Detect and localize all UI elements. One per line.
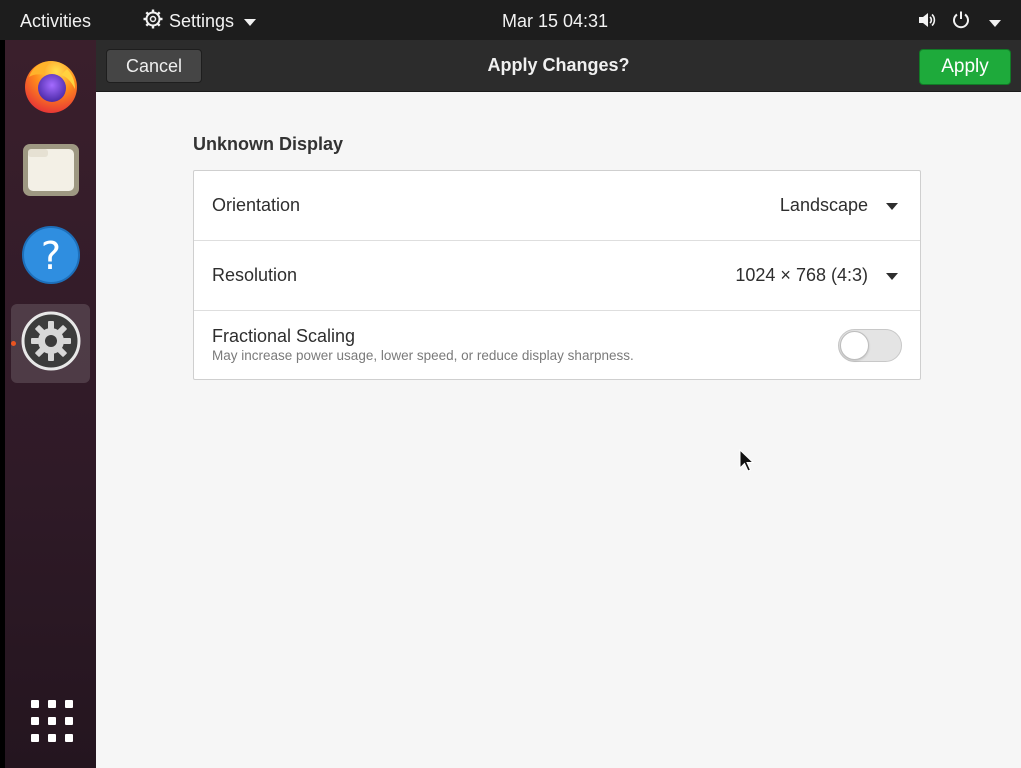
firefox-icon bbox=[21, 55, 81, 120]
apply-button[interactable]: Apply bbox=[919, 49, 1011, 85]
activities-button[interactable]: Activities bbox=[20, 11, 91, 32]
dialog-title: Apply Changes? bbox=[487, 55, 630, 75]
dock: ? bbox=[5, 40, 96, 768]
header-bar: Cancel Apply Changes? Apply bbox=[96, 40, 1021, 92]
app-menu-label: Settings bbox=[169, 11, 235, 31]
resolution-value[interactable]: 1024 × 768 (4:3) bbox=[735, 265, 868, 286]
clock[interactable]: Mar 15 04:31 bbox=[502, 11, 608, 32]
fractional-scaling-label: Fractional Scaling bbox=[212, 326, 356, 346]
toggle-knob bbox=[840, 331, 869, 360]
chevron-down-icon bbox=[989, 20, 1001, 27]
display-name: Unknown Display bbox=[193, 134, 344, 154]
files-icon bbox=[22, 141, 80, 204]
app-menu[interactable]: Settings bbox=[143, 9, 257, 34]
show-applications-button[interactable] bbox=[31, 700, 73, 742]
svg-text:?: ? bbox=[40, 234, 60, 278]
orientation-value[interactable]: Landscape bbox=[780, 195, 868, 216]
fractional-scaling-toggle[interactable] bbox=[838, 329, 902, 362]
orientation-row[interactable]: Orientation Landscape bbox=[194, 171, 920, 241]
fractional-scaling-description: May increase power usage, lower speed, o… bbox=[212, 348, 634, 363]
help-icon: ? bbox=[21, 225, 81, 290]
gear-icon bbox=[143, 9, 163, 34]
power-icon bbox=[951, 10, 971, 35]
dock-item-firefox[interactable] bbox=[11, 48, 90, 127]
dock-item-settings[interactable] bbox=[11, 304, 90, 383]
dock-item-help[interactable]: ? bbox=[11, 218, 90, 297]
mouse-pointer-icon bbox=[739, 448, 755, 478]
resolution-label: Resolution bbox=[212, 265, 298, 285]
fractional-scaling-row: Fractional Scaling May increase power us… bbox=[194, 311, 920, 381]
chevron-down-icon bbox=[244, 19, 257, 26]
chevron-down-icon[interactable] bbox=[886, 273, 898, 280]
volume-icon bbox=[917, 10, 937, 35]
chevron-down-icon[interactable] bbox=[886, 203, 898, 210]
orientation-label: Orientation bbox=[212, 195, 301, 215]
display-settings-panel: Unknown Display Orientation Landscape Re… bbox=[96, 92, 1021, 768]
display-settings-list: Orientation Landscape Resolution 1024 × … bbox=[193, 170, 921, 380]
dock-item-files[interactable] bbox=[11, 133, 90, 212]
system-tray[interactable] bbox=[917, 10, 1001, 35]
top-bar: Activities Settings Mar 15 04:31 bbox=[0, 0, 1021, 40]
running-indicator bbox=[11, 341, 16, 346]
resolution-row[interactable]: Resolution 1024 × 768 (4:3) bbox=[194, 241, 920, 311]
settings-icon bbox=[21, 311, 81, 376]
